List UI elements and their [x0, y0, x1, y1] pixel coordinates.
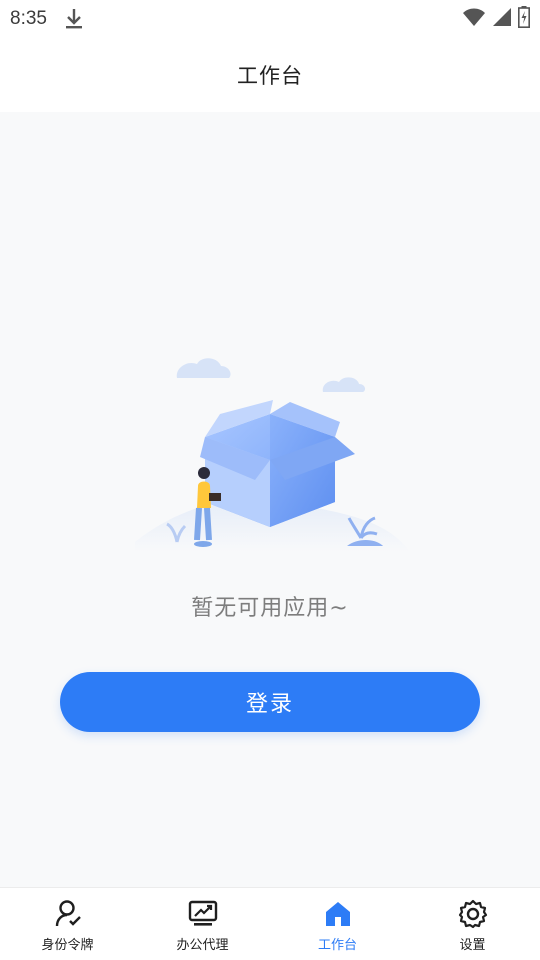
nav-label: 工作台	[317, 938, 357, 953]
empty-box-illustration	[125, 342, 415, 582]
battery-charging-icon	[518, 6, 530, 32]
app-screen: 8:35 工作台 暂无可用应用~ 登录 身份令牌 办公代理 工作台 设置	[0, 0, 540, 960]
nav-label: 设置	[459, 938, 486, 953]
page-title: 工作台	[237, 64, 303, 88]
download-icon	[65, 7, 85, 31]
status-bar: 8:35	[0, 0, 540, 38]
bottom-nav: 身份令牌 办公代理 工作台 设置	[0, 887, 540, 960]
status-time: 8:35	[10, 8, 47, 29]
empty-state-message: 暂无可用应用~	[191, 596, 349, 621]
nav-item-workbench[interactable]: 工作台	[270, 888, 405, 960]
signal-icon	[492, 7, 512, 31]
main-content: 暂无可用应用~ 登录	[0, 112, 540, 887]
office-proxy-icon	[187, 898, 219, 930]
identity-token-icon	[52, 898, 84, 930]
title-bar: 工作台	[0, 38, 540, 112]
nav-label: 办公代理	[176, 938, 229, 953]
nav-item-settings[interactable]: 设置	[405, 888, 540, 960]
gear-icon	[457, 898, 489, 930]
status-indicators	[462, 6, 530, 32]
home-icon	[322, 898, 354, 930]
nav-item-office-proxy[interactable]: 办公代理	[135, 888, 270, 960]
nav-label: 身份令牌	[41, 938, 94, 953]
wifi-icon	[462, 7, 486, 31]
login-button[interactable]: 登录	[60, 672, 480, 732]
nav-item-identity-token[interactable]: 身份令牌	[0, 888, 135, 960]
